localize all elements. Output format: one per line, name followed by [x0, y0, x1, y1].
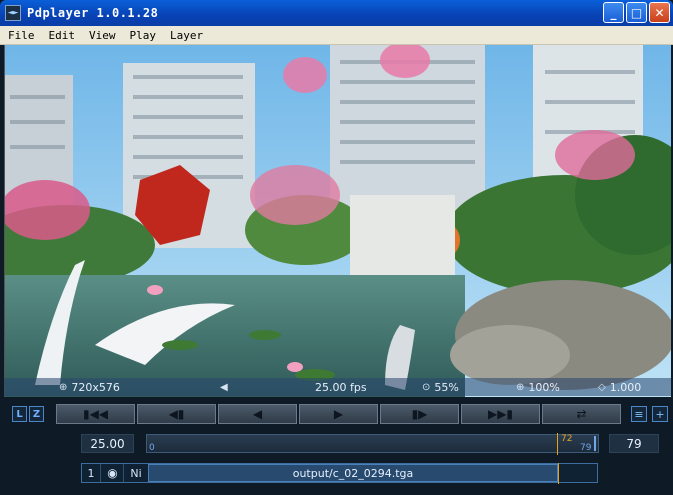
- zoom-value: 100%: [528, 380, 560, 394]
- close-button[interactable]: ✕: [649, 2, 670, 23]
- resolution-info: ⊕ 720x576: [59, 381, 120, 394]
- magnifier-icon: ⊕: [516, 381, 525, 393]
- timeline-scrubber[interactable]: 0 72 79: [146, 433, 599, 455]
- fps-value: 25.00 fps: [315, 380, 367, 394]
- step-back-icon: ◀▮: [168, 407, 185, 421]
- zoom-info[interactable]: ⊕ 100%: [516, 381, 560, 394]
- aspect-ratio-value: 1.000: [609, 380, 642, 394]
- menu-file[interactable]: File: [0, 29, 41, 42]
- menu-bar: File Edit View Play Layer: [0, 26, 673, 45]
- layer-ni-label[interactable]: Ni: [125, 464, 147, 482]
- fps-info: 25.00 fps: [315, 381, 367, 394]
- play-forward-icon: ▶: [333, 407, 344, 421]
- fps-field[interactable]: 25.00: [81, 434, 134, 453]
- player-controls: L Z ▮◀◀ ◀▮ ◀ ▶ ▮▶ ▶▶▮ ⇄ ≡ + 25.00 0 72 7…: [0, 397, 673, 495]
- step-back-button[interactable]: ◀▮: [137, 404, 216, 424]
- menu-layer[interactable]: Layer: [162, 29, 209, 42]
- rendered-frame-image: [5, 45, 671, 397]
- speaker-icon[interactable]: ◀: [220, 382, 228, 393]
- aspect-ratio-info[interactable]: ◇ 1.000: [598, 381, 641, 394]
- toggle-z-button[interactable]: Z: [29, 406, 44, 422]
- layer-playhead-marker: [558, 463, 559, 484]
- crosshair-icon: ⊕: [59, 381, 68, 393]
- list-button[interactable]: ≡: [631, 406, 647, 422]
- title-bar: ◄► Pdplayer 1.0.1.28 _ □ ✕: [0, 0, 673, 26]
- go-to-start-icon: ▮◀◀: [82, 407, 109, 421]
- audio-info[interactable]: ◀: [220, 382, 228, 393]
- loop-button[interactable]: ⇄: [542, 404, 621, 424]
- add-button[interactable]: +: [652, 406, 668, 422]
- window-controls: _ □ ✕: [603, 2, 670, 23]
- menu-view[interactable]: View: [81, 29, 122, 42]
- app-icon[interactable]: ◄►: [5, 5, 21, 21]
- diamond-icon: ◇: [598, 381, 606, 393]
- current-frame-field[interactable]: 79: [609, 434, 659, 453]
- play-backward-icon: ◀: [252, 407, 263, 421]
- layer-number: 1: [82, 464, 101, 482]
- timeline-end-handle[interactable]: [594, 436, 596, 451]
- minimize-button[interactable]: _: [603, 2, 624, 23]
- layer-visibility-toggle[interactable]: ◉: [102, 464, 124, 482]
- go-to-end-icon: ▶▶▮: [487, 407, 514, 421]
- step-forward-icon: ▮▶: [411, 407, 428, 421]
- go-to-end-button[interactable]: ▶▶▮: [461, 404, 540, 424]
- window-title: Pdplayer 1.0.1.28: [27, 6, 159, 20]
- view-zoom-value: 55%: [434, 380, 459, 394]
- loop-icon: ⇄: [576, 407, 587, 421]
- toggle-l-button[interactable]: L: [12, 406, 27, 422]
- layer-row[interactable]: 1 ◉ Ni output/c_02_0294.tga: [81, 463, 598, 484]
- resolution-value: 720x576: [71, 380, 120, 394]
- menu-edit[interactable]: Edit: [41, 29, 82, 42]
- timeline-playhead[interactable]: [557, 433, 558, 455]
- timeline-start-label: 0: [149, 443, 155, 453]
- play-forward-button[interactable]: ▶: [299, 404, 378, 424]
- go-to-start-button[interactable]: ▮◀◀: [56, 404, 135, 424]
- play-backward-button[interactable]: ◀: [218, 404, 297, 424]
- step-forward-button[interactable]: ▮▶: [380, 404, 459, 424]
- maximize-button[interactable]: □: [626, 2, 647, 23]
- zoom-view-icon: ⊙: [422, 381, 431, 393]
- view-zoom-info[interactable]: ⊙ 55%: [422, 381, 459, 394]
- timeline-end-label: 79: [580, 443, 592, 453]
- info-bar: ⊕ 720x576 ◀ 25.00 fps ⊙ 55% ⊕ 100% ◇ 1.0…: [4, 378, 671, 396]
- video-viewport[interactable]: [4, 45, 671, 397]
- add-icon: +: [655, 407, 665, 421]
- list-icon: ≡: [634, 407, 644, 421]
- timeline-current-label: 72: [561, 434, 573, 444]
- layer-file-bar[interactable]: output/c_02_0294.tga: [148, 464, 558, 482]
- eye-icon: ◉: [107, 466, 118, 480]
- menu-play[interactable]: Play: [122, 29, 163, 42]
